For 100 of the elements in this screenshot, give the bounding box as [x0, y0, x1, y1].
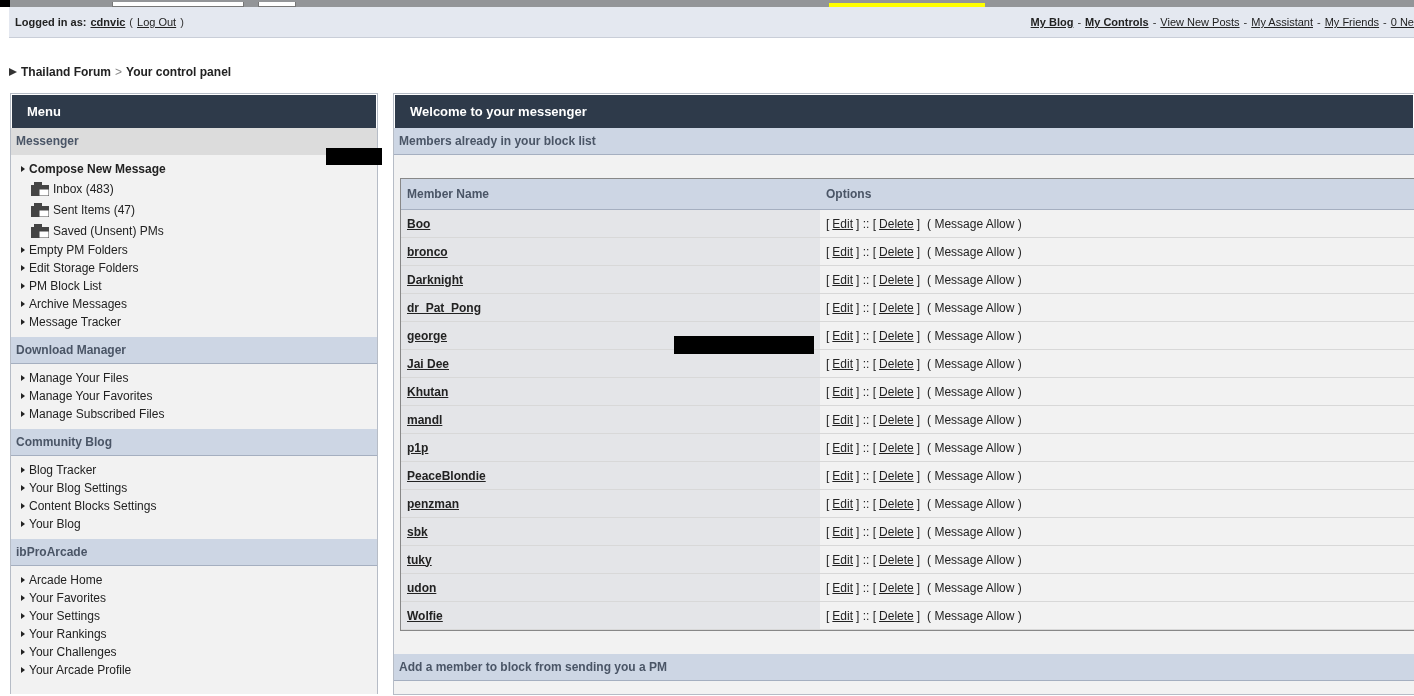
- member-link[interactable]: Boo: [407, 216, 431, 231]
- menu-item[interactable]: Message Tracker: [21, 313, 122, 331]
- nav-link[interactable]: View New Posts: [1160, 16, 1240, 28]
- options-text: ] :: [: [856, 244, 877, 259]
- member-link[interactable]: PeaceBlondie: [407, 468, 486, 483]
- panel-title: Welcome to your messenger: [394, 94, 1414, 128]
- edit-link[interactable]: Edit: [832, 496, 854, 511]
- nav-link[interactable]: My Friends: [1324, 16, 1380, 28]
- options-text: ( Message Allow ): [927, 300, 1022, 315]
- nav-link[interactable]: My Assistant: [1251, 16, 1313, 28]
- edit-link[interactable]: Edit: [832, 440, 854, 455]
- separator-text: -: [1243, 16, 1248, 28]
- menu-item[interactable]: Your Arcade Profile: [21, 661, 132, 679]
- delete-link[interactable]: Delete: [879, 440, 914, 455]
- menu-item[interactable]: Inbox (483): [21, 178, 114, 199]
- member-link[interactable]: sbk: [407, 524, 428, 539]
- menu-item[interactable]: Sent Items (47): [21, 199, 136, 220]
- section-header[interactable]: Community Blog: [11, 429, 377, 456]
- options-text: ( Message Allow ): [927, 244, 1022, 259]
- delete-link[interactable]: Delete: [879, 412, 914, 427]
- edit-link[interactable]: Edit: [832, 524, 854, 539]
- delete-link[interactable]: Delete: [879, 300, 914, 315]
- menu-item[interactable]: Saved (Unsent) PMs: [21, 220, 164, 241]
- edit-link[interactable]: Edit: [832, 468, 854, 483]
- logout-link[interactable]: Log Out: [137, 16, 177, 28]
- nav-link[interactable]: 0 Ne: [1390, 16, 1414, 28]
- member-link[interactable]: george: [407, 328, 447, 343]
- member-link[interactable]: Jai Dee: [407, 356, 450, 371]
- input-field[interactable]: [258, 2, 296, 7]
- nav-link[interactable]: My Blog: [1030, 16, 1074, 28]
- member-link[interactable]: p1p: [407, 440, 429, 455]
- delete-link[interactable]: Delete: [879, 552, 914, 567]
- menu-item[interactable]: Compose New Message: [21, 160, 166, 178]
- member-link[interactable]: bronco: [407, 244, 448, 259]
- bullet-icon: [21, 521, 25, 527]
- delete-link[interactable]: Delete: [879, 272, 914, 287]
- member-link[interactable]: Khutan: [407, 384, 449, 399]
- nav-link[interactable]: My Controls: [1085, 16, 1149, 28]
- member-link[interactable]: udon: [407, 580, 437, 595]
- menu-item[interactable]: Arcade Home: [21, 571, 103, 589]
- edit-link[interactable]: Edit: [832, 300, 854, 315]
- edit-link[interactable]: Edit: [832, 608, 854, 623]
- input-field[interactable]: [112, 2, 244, 7]
- delete-link[interactable]: Delete: [879, 468, 914, 483]
- menu-item[interactable]: Your Settings: [21, 607, 100, 625]
- member-link[interactable]: tuky: [407, 552, 432, 567]
- menu-item[interactable]: Your Blog Settings: [21, 479, 128, 497]
- menu-item[interactable]: Manage Your Files: [21, 369, 129, 387]
- breadcrumb-link[interactable]: Thailand Forum: [21, 65, 111, 79]
- delete-link[interactable]: Delete: [879, 384, 914, 399]
- menu-item[interactable]: Your Rankings: [21, 625, 107, 643]
- edit-link[interactable]: Edit: [832, 412, 854, 427]
- options-text: ]: [916, 580, 921, 595]
- menu-item[interactable]: Archive Messages: [21, 295, 128, 313]
- edit-link[interactable]: Edit: [832, 580, 854, 595]
- menu-item[interactable]: Manage Subscribed Files: [21, 405, 165, 423]
- options-text: ( Message Allow ): [927, 524, 1022, 539]
- menu-item[interactable]: Edit Storage Folders: [21, 259, 139, 277]
- edit-link[interactable]: Edit: [832, 216, 854, 231]
- edit-link[interactable]: Edit: [832, 272, 854, 287]
- edit-link[interactable]: Edit: [832, 328, 854, 343]
- options-text: ( Message Allow ): [927, 412, 1022, 427]
- options-text: ]: [916, 608, 921, 623]
- member-link[interactable]: penzman: [407, 496, 459, 511]
- member-link[interactable]: Darknight: [407, 272, 463, 287]
- menu-item[interactable]: Blog Tracker: [21, 461, 97, 479]
- edit-link[interactable]: Edit: [832, 384, 854, 399]
- delete-link[interactable]: Delete: [879, 216, 914, 231]
- delete-link[interactable]: Delete: [879, 356, 914, 371]
- options-text: ]: [916, 552, 921, 567]
- menu-item[interactable]: Empty PM Folders: [21, 241, 128, 259]
- menu-item[interactable]: Your Blog: [21, 515, 81, 533]
- delete-link[interactable]: Delete: [879, 328, 914, 343]
- paren-text: (: [129, 16, 134, 28]
- member-link[interactable]: mandl: [407, 412, 443, 427]
- section-header[interactable]: Download Manager: [11, 337, 377, 364]
- username-link[interactable]: cdnvic: [90, 16, 126, 28]
- breadcrumb-link[interactable]: Your control panel: [126, 65, 232, 79]
- menu-item[interactable]: PM Block List: [21, 277, 102, 295]
- menu-item[interactable]: Content Blocks Settings: [21, 497, 157, 515]
- member-link[interactable]: Wolfie: [407, 608, 443, 623]
- delete-link[interactable]: Delete: [879, 496, 914, 511]
- options-text: ( Message Allow ): [927, 272, 1022, 287]
- delete-link[interactable]: Delete: [879, 580, 914, 595]
- edit-link[interactable]: Edit: [832, 244, 854, 259]
- delete-link[interactable]: Delete: [879, 244, 914, 259]
- member-link[interactable]: dr_Pat_Pong: [407, 300, 481, 315]
- edit-link[interactable]: Edit: [832, 552, 854, 567]
- delete-link[interactable]: Delete: [879, 608, 914, 623]
- options-text: ]: [916, 468, 921, 483]
- separator-text: -: [1317, 16, 1321, 28]
- delete-link[interactable]: Delete: [879, 524, 914, 539]
- menu-item[interactable]: Your Challenges: [21, 643, 117, 661]
- menu-item[interactable]: Manage Your Favorites: [21, 387, 153, 405]
- options-text: ( Message Allow ): [927, 468, 1022, 483]
- menu-item[interactable]: Your Favorites: [21, 589, 106, 607]
- section-header[interactable]: Messenger: [11, 128, 377, 155]
- section-header[interactable]: ibProArcade: [11, 539, 377, 566]
- edit-link[interactable]: Edit: [832, 356, 854, 371]
- options-text: ( Message Allow ): [927, 356, 1022, 371]
